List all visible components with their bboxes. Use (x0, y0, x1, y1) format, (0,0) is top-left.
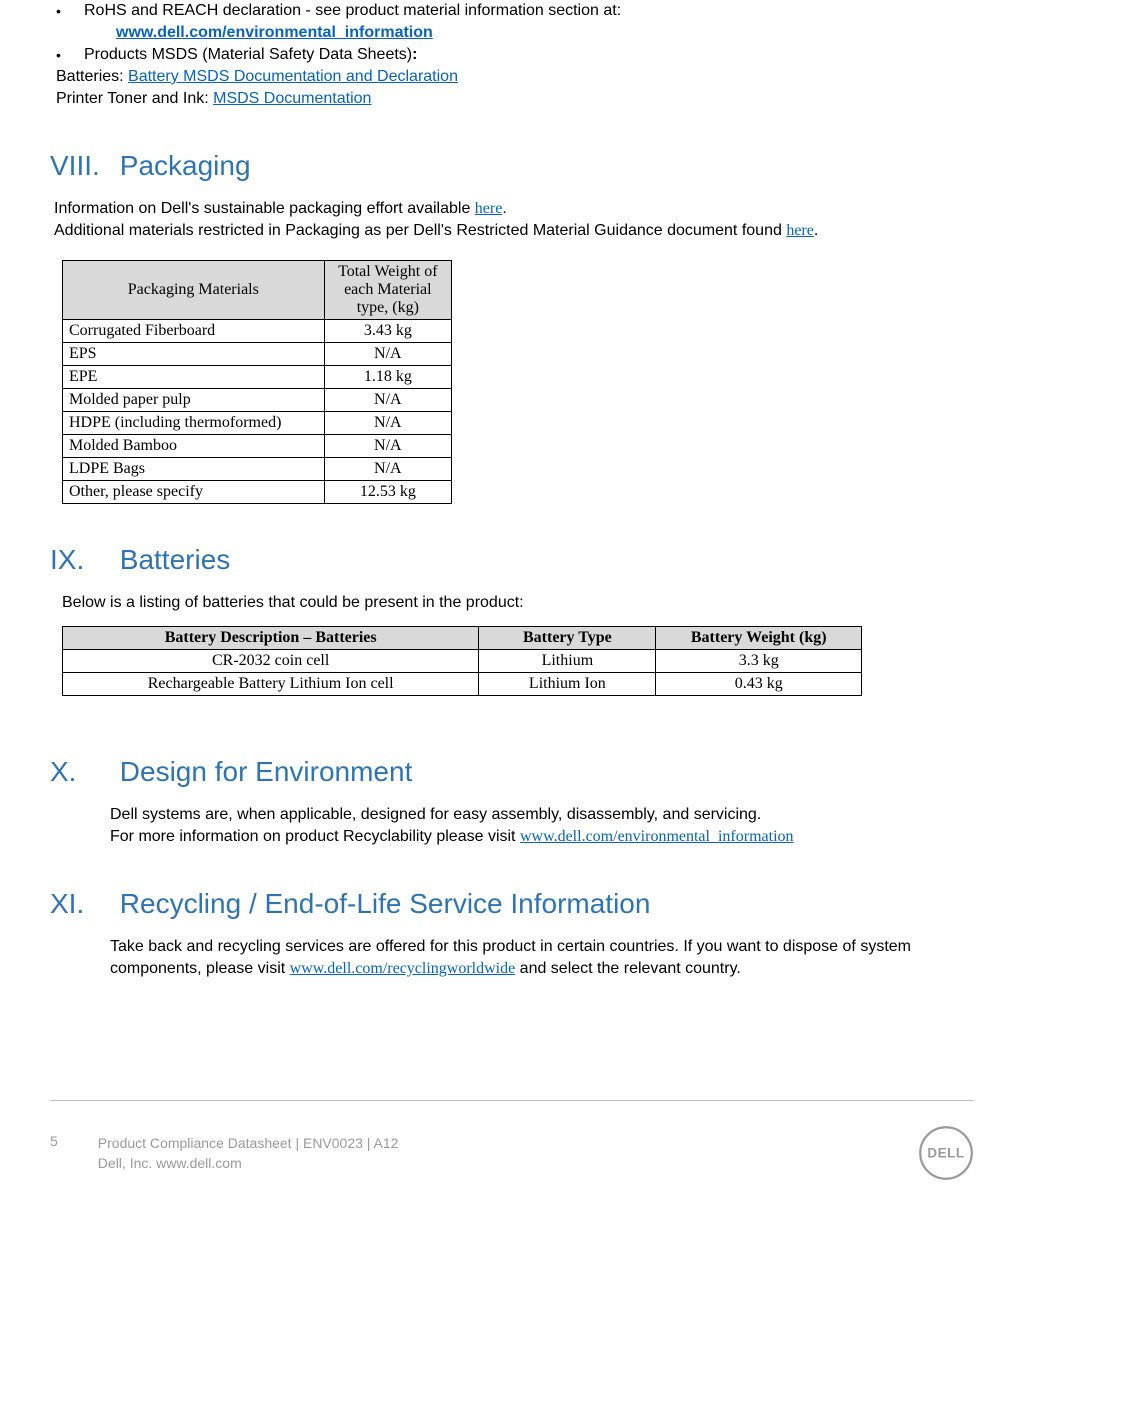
table-row: Molded paper pulpN/A (63, 389, 452, 412)
toner-msds-link[interactable]: MSDS Documentation (213, 90, 371, 107)
pkg-weight: N/A (324, 389, 451, 412)
bullet-rohs: • RoHS and REACH declaration - see produ… (56, 0, 974, 22)
packaging-here2-link[interactable]: here (786, 222, 814, 239)
bat-col-desc: Battery Description – Batteries (63, 627, 479, 650)
dell-logo-icon: DELL (918, 1125, 974, 1181)
pkg-material: Molded Bamboo (63, 435, 325, 458)
table-row: HDPE (including thermoformed)N/A (63, 412, 452, 435)
bullet-msds-text: Products MSDS (Material Safety Data Shee… (84, 46, 412, 63)
toner-label: Printer Toner and Ink: (56, 90, 213, 107)
bat-desc: CR-2032 coin cell (63, 650, 479, 673)
section-design-heading: X. Design for Environment (50, 756, 974, 788)
footer-line1: Product Compliance Datasheet | ENV0023 |… (98, 1133, 399, 1153)
pkg-weight: 1.18 kg (324, 366, 451, 389)
bullet-dot-icon: • (56, 0, 84, 22)
bat-type: Lithium Ion (479, 673, 656, 696)
pkg-weight: 12.53 kg (324, 481, 451, 504)
bat-desc: Rechargeable Battery Lithium Ion cell (63, 673, 479, 696)
section-packaging-heading: VIII. Packaging (50, 150, 974, 182)
recycling-p-b: and select the relevant country. (515, 960, 741, 977)
recycling-link[interactable]: www.dell.com/recyclingworldwide (290, 960, 516, 977)
pkg-weight: N/A (324, 458, 451, 481)
packaging-col-weight: Total Weight of each Material type, (kg) (324, 261, 451, 320)
table-row: LDPE BagsN/A (63, 458, 452, 481)
roman-viii: VIII. (50, 150, 112, 182)
pkg-material: Other, please specify (63, 481, 325, 504)
table-row: Corrugated Fiberboard3.43 kg (63, 320, 452, 343)
design-p2-a: For more information on product Recyclab… (110, 828, 520, 845)
table-row: Packaging Materials Total Weight of each… (63, 261, 452, 320)
page-number: 5 (50, 1133, 58, 1149)
bullet-dot-icon: • (56, 44, 84, 66)
battery-msds-link[interactable]: Battery MSDS Documentation and Declarati… (128, 68, 458, 85)
packaging-here-link[interactable]: here (475, 200, 503, 217)
env-info-link[interactable]: www.dell.com/environmental_information (116, 24, 433, 41)
table-row: Battery Description – Batteries Battery … (63, 627, 862, 650)
title-packaging: Packaging (120, 150, 251, 181)
pkg-material: LDPE Bags (63, 458, 325, 481)
bat-weight: 0.43 kg (656, 673, 862, 696)
section-recycling-heading: XI. Recycling / End-of-Life Service Info… (50, 888, 974, 920)
title-design: Design for Environment (120, 756, 413, 787)
pkg-material: Molded paper pulp (63, 389, 325, 412)
footer-url: www.dell.com (156, 1155, 242, 1171)
bullet-msds: • Products MSDS (Material Safety Data Sh… (56, 44, 974, 66)
footer-company: Dell, Inc. (98, 1155, 156, 1171)
roman-x: X. (50, 756, 112, 788)
footer-divider (50, 1100, 974, 1101)
design-env-link[interactable]: www.dell.com/environmental_information (520, 828, 794, 845)
bat-type: Lithium (479, 650, 656, 673)
pkg-material: Corrugated Fiberboard (63, 320, 325, 343)
table-row: Other, please specify12.53 kg (63, 481, 452, 504)
packaging-col-materials: Packaging Materials (63, 261, 325, 320)
page-footer: 5 Product Compliance Datasheet | ENV0023… (50, 1125, 974, 1181)
title-batteries: Batteries (120, 544, 231, 575)
design-p1: Dell systems are, when applicable, desig… (110, 806, 761, 823)
pkg-weight: N/A (324, 412, 451, 435)
pkg-weight: N/A (324, 435, 451, 458)
packaging-table: Packaging Materials Total Weight of each… (62, 260, 452, 504)
bat-col-type: Battery Type (479, 627, 656, 650)
pkg-material: EPE (63, 366, 325, 389)
section-batteries-heading: IX. Batteries (50, 544, 974, 576)
table-row: EPE1.18 kg (63, 366, 452, 389)
table-row: CR-2032 coin cell Lithium 3.3 kg (63, 650, 862, 673)
roman-xi: XI. (50, 888, 112, 920)
table-row: Rechargeable Battery Lithium Ion cell Li… (63, 673, 862, 696)
pkg-weight: 3.43 kg (324, 320, 451, 343)
pkg-material: EPS (63, 343, 325, 366)
bat-weight: 3.3 kg (656, 650, 862, 673)
table-row: EPSN/A (63, 343, 452, 366)
svg-text:DELL: DELL (927, 1145, 964, 1160)
table-row: Molded BambooN/A (63, 435, 452, 458)
packaging-p2-b: . (814, 222, 818, 239)
roman-ix: IX. (50, 544, 112, 576)
bullet-msds-colon: : (412, 46, 417, 63)
packaging-p1-b: . (502, 200, 506, 217)
title-recycling: Recycling / End-of-Life Service Informat… (120, 888, 651, 919)
packaging-p2-a: Additional materials restricted in Packa… (54, 222, 786, 239)
pkg-material: HDPE (including thermoformed) (63, 412, 325, 435)
bat-col-weight: Battery Weight (kg) (656, 627, 862, 650)
pkg-weight: N/A (324, 343, 451, 366)
batteries-intro: Below is a listing of batteries that cou… (62, 594, 524, 611)
batteries-table: Battery Description – Batteries Battery … (62, 626, 862, 696)
bullet-rohs-text: RoHS and REACH declaration - see product… (84, 0, 621, 22)
batteries-label: Batteries: (56, 68, 128, 85)
packaging-p1-a: Information on Dell's sustainable packag… (54, 200, 475, 217)
